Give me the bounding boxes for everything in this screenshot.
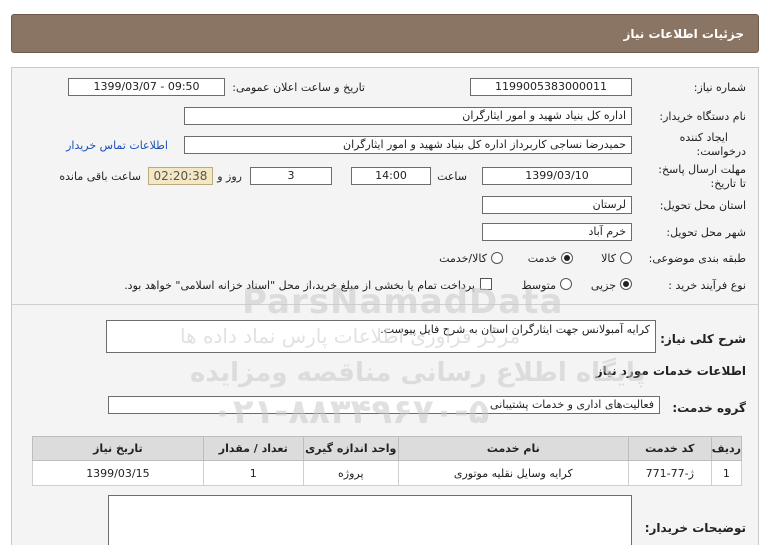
process-option-medium: متوسط — [521, 279, 556, 292]
buyer-notes-field — [108, 495, 632, 545]
province-label: استان محل تحویل: — [659, 199, 746, 212]
need-number-field: 1199005383000011 — [470, 78, 632, 96]
col-header-service-name: نام خدمت — [397, 436, 629, 461]
service-group-field: فعالیت‌های اداری و خدمات پشتیبانی — [108, 396, 660, 414]
day-and-label: روز و — [217, 170, 242, 183]
requester-label-1: ایجاد کننده — [679, 131, 728, 144]
col-header-unit: واحد اندازه گیری — [302, 436, 399, 461]
services-table: ردیف کد خدمت نام خدمت واحد اندازه گیری ت… — [32, 436, 743, 486]
service-group-label: گروه خدمت: — [672, 401, 746, 415]
category-label: طبقه بندی موضوعی: — [648, 252, 746, 265]
category-option-goods-service: کالا/خدمت — [439, 252, 487, 265]
category-radio-goods-service[interactable] — [491, 252, 503, 264]
cell-row-num: 1 — [710, 460, 743, 486]
process-label: نوع فرآیند خرید : — [668, 279, 746, 292]
remaining-time-field: 02:20:38 — [148, 167, 213, 185]
process-option-minor: جزیی — [590, 279, 616, 292]
deadline-time-field: 14:00 — [351, 167, 431, 185]
treasury-payment-checkbox[interactable] — [480, 278, 492, 290]
category-radio-goods[interactable] — [620, 252, 632, 264]
process-radio-minor[interactable] — [620, 278, 632, 290]
deadline-label-2: تا تاریخ: — [710, 177, 746, 190]
buyer-org-field: اداره کل بنیاد شهید و امور ایثارگران — [184, 107, 632, 125]
city-field: خرم آباد — [482, 223, 632, 241]
category-radio-service[interactable] — [561, 252, 573, 264]
cell-need-date: 1399/03/15 — [32, 460, 204, 486]
table-row: 1 ژ-77-771 کرایه وسایل نقلیه موتوری پروژ… — [32, 460, 743, 486]
need-number-label: شماره نیاز: — [693, 81, 746, 94]
requester-field: حمیدرضا نساجی کاربرداز اداره کل بنیاد شه… — [184, 136, 632, 154]
services-section-title: اطلاعات خدمات مورد نیاز — [595, 364, 746, 378]
watermark-line2: پایگاه اطلاع رسانی مناقصه ومزایده — [190, 358, 646, 388]
col-header-quantity: تعداد / مقدار — [202, 436, 304, 461]
payment-note: پرداخت تمام یا بخشی از مبلغ خرید،از محل … — [124, 279, 475, 292]
hour-label: ساعت — [437, 170, 467, 183]
requester-label-2: درخواست: — [696, 145, 746, 158]
category-option-goods: کالا — [601, 252, 616, 265]
city-label: شهر محل تحویل: — [666, 226, 746, 239]
page-title: جزئیات اطلاعات نیاز — [623, 26, 744, 41]
cell-service-name: کرایه وسایل نقلیه موتوری — [397, 460, 629, 486]
deadline-label-1: مهلت ارسال پاسخ: — [658, 163, 746, 176]
cell-service-code: ژ-77-771 — [627, 460, 712, 486]
process-radio-medium[interactable] — [560, 278, 572, 290]
cell-unit: پروژه — [302, 460, 399, 486]
details-panel: شماره نیاز: 1199005383000011 تاریخ و ساع… — [11, 67, 759, 545]
deadline-date-field: 1399/03/10 — [482, 167, 632, 185]
table-header-row: ردیف کد خدمت نام خدمت واحد اندازه گیری ت… — [32, 436, 743, 461]
page-header: جزئیات اطلاعات نیاز — [11, 14, 759, 53]
remaining-label: ساعت باقی مانده — [59, 170, 141, 183]
days-field: 3 — [250, 167, 332, 185]
cell-quantity: 1 — [202, 460, 304, 486]
description-field: کرایه آمبولانس جهت ایثارگران استان به شر… — [106, 320, 656, 353]
buyer-contact-link[interactable]: اطلاعات تماس خریدار — [66, 139, 168, 152]
col-header-row-num: ردیف — [710, 436, 743, 461]
buyer-org-label: نام دستگاه خریدار: — [659, 110, 746, 123]
buyer-notes-label: توضیحات خریدار: — [644, 521, 746, 535]
province-field: لرستان — [482, 196, 632, 214]
description-label: شرح کلی نیاز: — [660, 332, 746, 346]
announce-label: تاریخ و ساعت اعلان عمومی: — [232, 81, 365, 94]
col-header-need-date: تاریخ نیاز — [32, 436, 204, 461]
col-header-service-code: کد خدمت — [627, 436, 712, 461]
category-option-service: خدمت — [527, 252, 557, 265]
announce-field: 1399/03/07 - 09:50 — [68, 78, 225, 96]
divider — [12, 304, 758, 305]
